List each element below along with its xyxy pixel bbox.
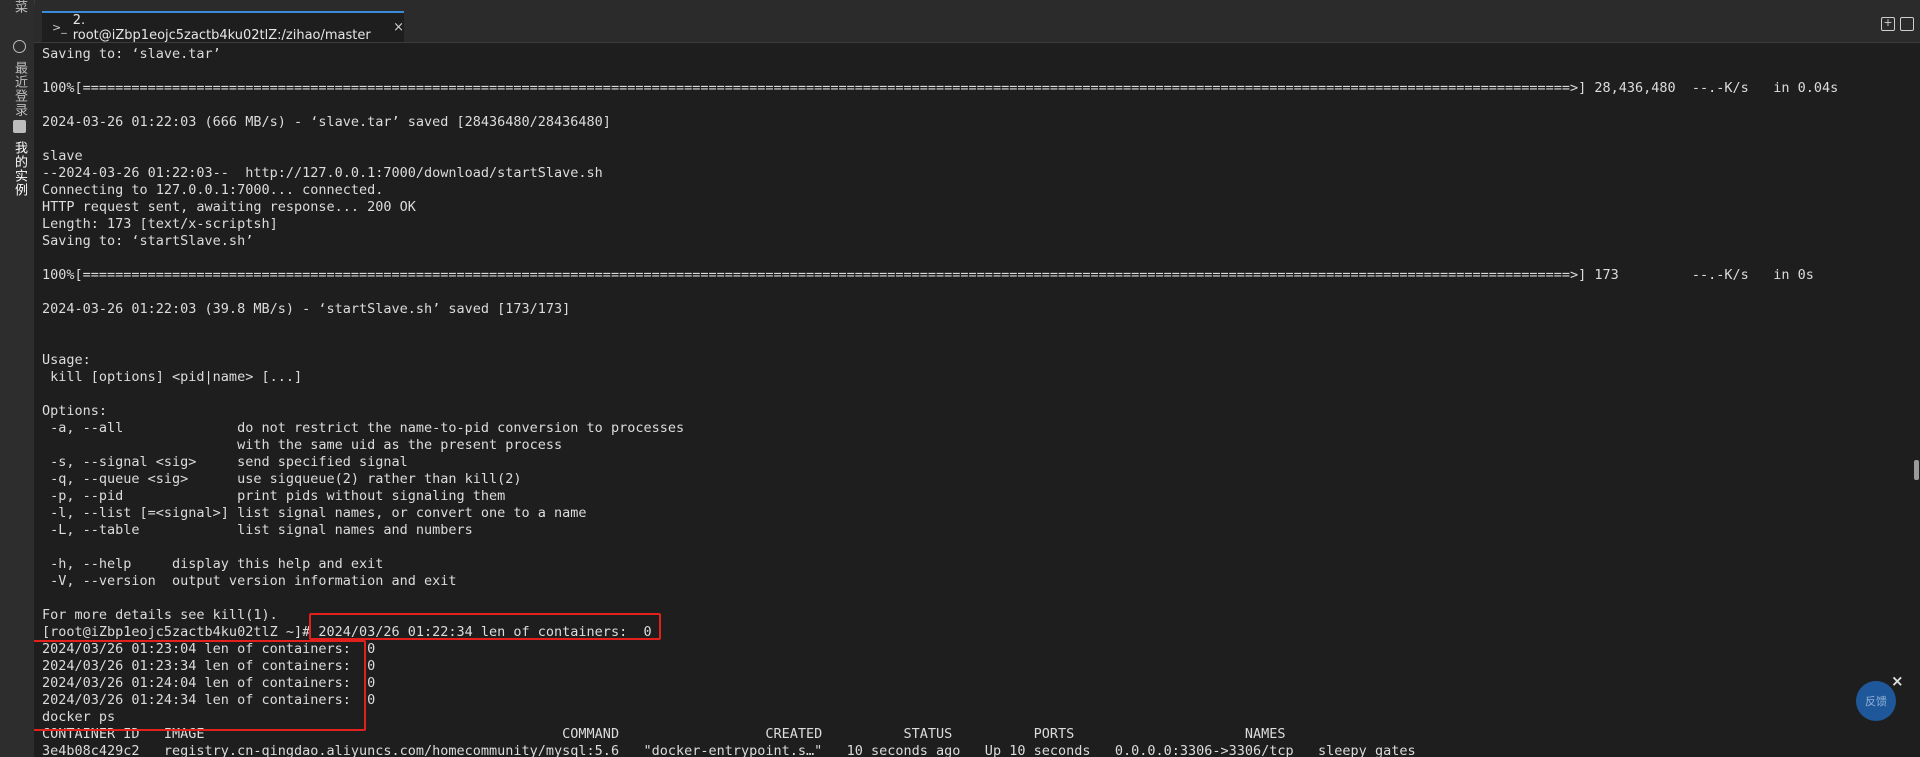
terminal-line: docker ps <box>42 709 116 725</box>
clock-icon <box>12 40 26 53</box>
terminal-line: 3e4b08c429c2 registry.cn-qingdao.aliyunc… <box>42 743 1416 757</box>
maximize-button[interactable] <box>1900 17 1914 31</box>
terminal-line: -V, --version output version information… <box>42 573 457 589</box>
rail-item-recent-logins[interactable]: 最近登录 <box>5 40 29 117</box>
terminal-scrollbar[interactable] <box>1913 43 1920 757</box>
terminal-line: 2024/03/26 01:24:04 len of containers: 0 <box>42 675 376 691</box>
feedback-button[interactable]: 反馈 <box>1856 681 1896 721</box>
terminal-line: -q, --queue <sig> use sigqueue(2) rather… <box>42 471 522 487</box>
close-icon[interactable]: × <box>393 20 404 35</box>
rail-item-label: 最近登录 <box>12 61 27 118</box>
terminal-line: 100%[===================================… <box>42 267 1814 283</box>
tab-toolbar: + <box>1881 17 1914 31</box>
terminal-line: slave <box>42 148 83 164</box>
terminal-tab-bar: >_ 2. root@iZbp1eojc5zactb4ku02tlZ:/ziha… <box>34 5 1920 43</box>
tab-title: 2. root@iZbp1eojc5zactb4ku02tlZ:/zihao/m… <box>72 12 371 43</box>
terminal-line: Usage: <box>42 352 91 368</box>
terminal-tab[interactable]: >_ 2. root@iZbp1eojc5zactb4ku02tlZ:/ziha… <box>42 11 404 43</box>
terminal-line: -l, --list [=<signal>] list signal names… <box>42 505 587 521</box>
terminal-output[interactable]: Saving to: ‘slave.tar’ 100%[=============… <box>34 43 1917 757</box>
rail-item-my-instances[interactable]: 我的实例 <box>5 120 29 197</box>
terminal-line: Options: <box>42 403 108 419</box>
terminal-line: 2024/03/26 01:24:34 len of containers: 0 <box>42 692 376 708</box>
terminal-line: 100%[===================================… <box>42 80 1839 96</box>
terminal-line: -a, --all do not restrict the name-to-pi… <box>42 420 685 436</box>
terminal-line: HTTP request sent, awaiting response... … <box>42 199 416 215</box>
scrollbar-thumb[interactable] <box>1914 460 1919 480</box>
new-tab-button[interactable]: + <box>1881 17 1895 31</box>
left-sidebar: 菜 最近登录 我的实例 <box>0 0 35 757</box>
terminal-line: -L, --table list signal names and number… <box>42 522 473 538</box>
terminal-line: 2024/03/26 01:23:34 len of containers: 0 <box>42 658 376 674</box>
rail-item-menu[interactable]: 菜 <box>5 0 29 14</box>
terminal-line: --2024-03-26 01:22:03-- http://127.0.0.1… <box>42 165 603 181</box>
terminal-prompt-icon: >_ <box>52 21 67 34</box>
rail-item-label: 菜 <box>12 0 27 14</box>
terminal-line: -h, --help display this help and exit <box>42 556 384 572</box>
instance-icon <box>12 120 26 133</box>
terminal-line: 2024/03/26 01:23:04 len of containers: 0 <box>42 641 376 657</box>
terminal-line: 2024-03-26 01:22:03 (666 MB/s) - ‘slave.… <box>42 114 611 130</box>
terminal-line: -p, --pid print pids without signaling t… <box>42 488 506 504</box>
terminal-line: CONTAINER ID IMAGE COMMAND CREATED STATU… <box>42 726 1286 742</box>
close-icon[interactable]: × <box>1891 672 1904 690</box>
rail-item-label: 我的实例 <box>12 141 27 198</box>
terminal-line: -s, --signal <sig> send specified signal <box>42 454 408 470</box>
terminal-line: For more details see kill(1). <box>42 607 278 623</box>
terminal-line: 2024-03-26 01:22:03 (39.8 MB/s) - ‘start… <box>42 301 571 317</box>
feedback-label: 反馈 <box>1865 695 1887 708</box>
terminal-line: Connecting to 127.0.0.1:7000... connecte… <box>42 182 384 198</box>
terminal-line: Saving to: ‘slave.tar’ <box>42 46 221 62</box>
terminal-line: Saving to: ‘startSlave.sh’ <box>42 233 254 249</box>
terminal-line: [root@iZbp1eojc5zactb4ku02tlZ ~]# 2024/0… <box>42 624 652 640</box>
terminal-line: Length: 173 [text/x-scriptsh] <box>42 216 278 232</box>
terminal-lines: Saving to: ‘slave.tar’ 100%[=============… <box>42 46 1838 757</box>
terminal-line: kill [options] <pid|name> [...] <box>42 369 303 385</box>
terminal-line: with the same uid as the present process <box>42 437 563 453</box>
